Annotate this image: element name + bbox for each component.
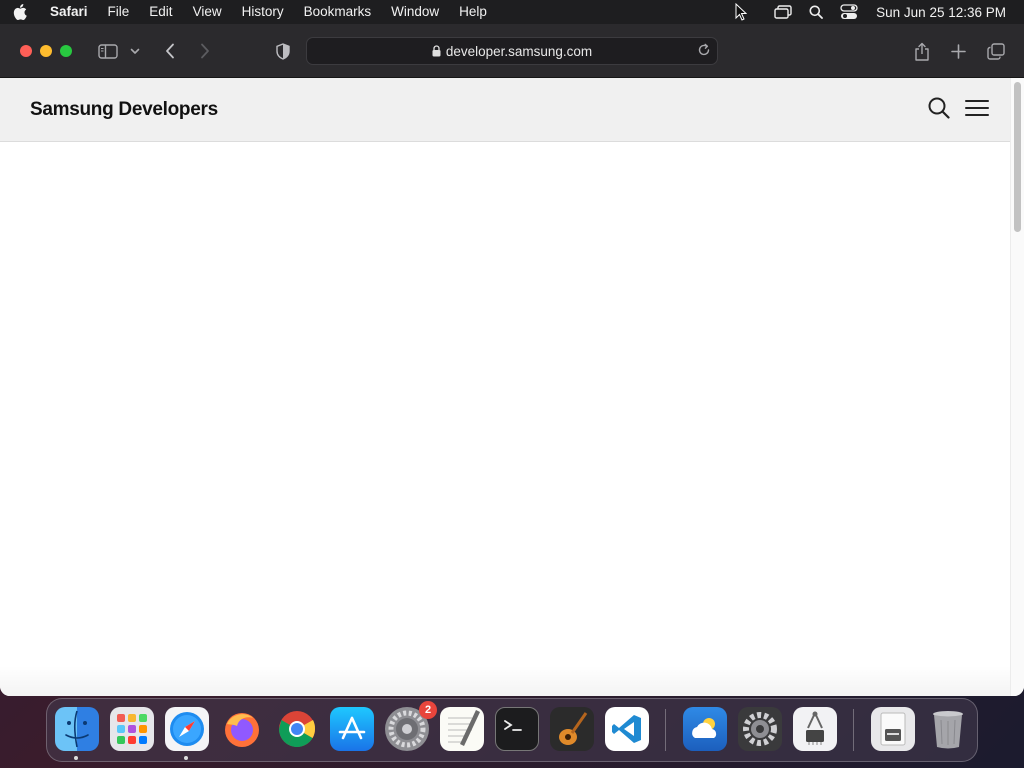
running-indicator [184,756,188,760]
gear-app-icon[interactable] [738,707,782,751]
web-page-content: Samsung Developers [0,78,1024,696]
menu-window[interactable]: Window [381,0,449,24]
lock-icon [432,45,441,57]
vscode-icon[interactable] [605,707,649,751]
menu-edit[interactable]: Edit [139,0,182,24]
running-indicator [74,756,78,760]
mouse-cursor-icon [726,0,756,24]
weather-icon[interactable] [683,707,727,751]
browser-toolbar: developer.samsung.com [0,24,1024,78]
sidebar-toggle-icon[interactable] [96,24,120,78]
firefox-icon[interactable] [220,707,264,751]
system-preferences-icon[interactable]: 2 [385,701,437,751]
minimize-window-button[interactable] [40,44,52,57]
page-bottom-shadow [0,666,1010,696]
forward-button-icon[interactable] [195,24,215,78]
menu-bookmarks[interactable]: Bookmarks [294,0,382,24]
dock: 2 [46,698,978,762]
tab-group-chevron-down-icon[interactable] [128,24,142,78]
system-information-icon[interactable] [793,707,837,751]
scrollbar-thumb[interactable] [1014,82,1021,232]
address-bar[interactable]: developer.samsung.com [306,37,718,65]
back-button-icon[interactable] [160,24,180,78]
menu-history[interactable]: History [232,0,294,24]
safari-icon[interactable] [165,707,209,760]
search-icon[interactable] [928,97,950,119]
screen-mirroring-icon[interactable] [766,0,800,24]
menu-view[interactable]: View [183,0,232,24]
address-bar-url: developer.samsung.com [445,43,593,59]
menu-file[interactable]: File [98,0,140,24]
new-tab-plus-icon[interactable] [949,24,967,78]
control-center-icon[interactable] [832,0,866,24]
notification-badge: 2 [419,701,437,719]
textedit-icon[interactable] [440,707,484,751]
privacy-shield-icon[interactable] [274,24,292,78]
share-icon[interactable] [912,24,932,78]
menu-bar-clock[interactable]: Sun Jun 25 12:36 PM [866,5,1024,20]
menu-bar: Safari File Edit View History Bookmarks … [0,0,1024,24]
downloads-stack-icon[interactable] [871,707,915,751]
site-logo[interactable]: Samsung Developers [30,99,218,121]
site-header: Samsung Developers [0,78,1010,142]
menu-help[interactable]: Help [449,0,497,24]
chrome-icon[interactable] [275,707,319,751]
safari-window: developer.samsung.com Samsung Developers [0,24,1024,696]
close-window-button[interactable] [20,44,32,57]
apple-menu-icon[interactable] [0,4,40,20]
finder-icon[interactable] [55,707,99,760]
dock-separator [853,709,854,751]
terminal-icon[interactable] [495,707,539,751]
launchpad-icon[interactable] [110,707,154,751]
zoom-window-button[interactable] [60,44,72,57]
menu-app-name[interactable]: Safari [40,0,98,24]
trash-icon[interactable] [926,707,970,751]
tab-overview-icon[interactable] [985,24,1007,78]
window-controls [20,44,72,57]
dock-separator [665,709,666,751]
garageband-icon[interactable] [550,707,594,751]
page-scrollbar[interactable] [1010,78,1024,696]
hamburger-menu-icon[interactable] [965,99,989,117]
reload-icon[interactable] [697,43,711,57]
app-store-icon[interactable] [330,707,374,751]
spotlight-search-icon[interactable] [800,0,832,24]
